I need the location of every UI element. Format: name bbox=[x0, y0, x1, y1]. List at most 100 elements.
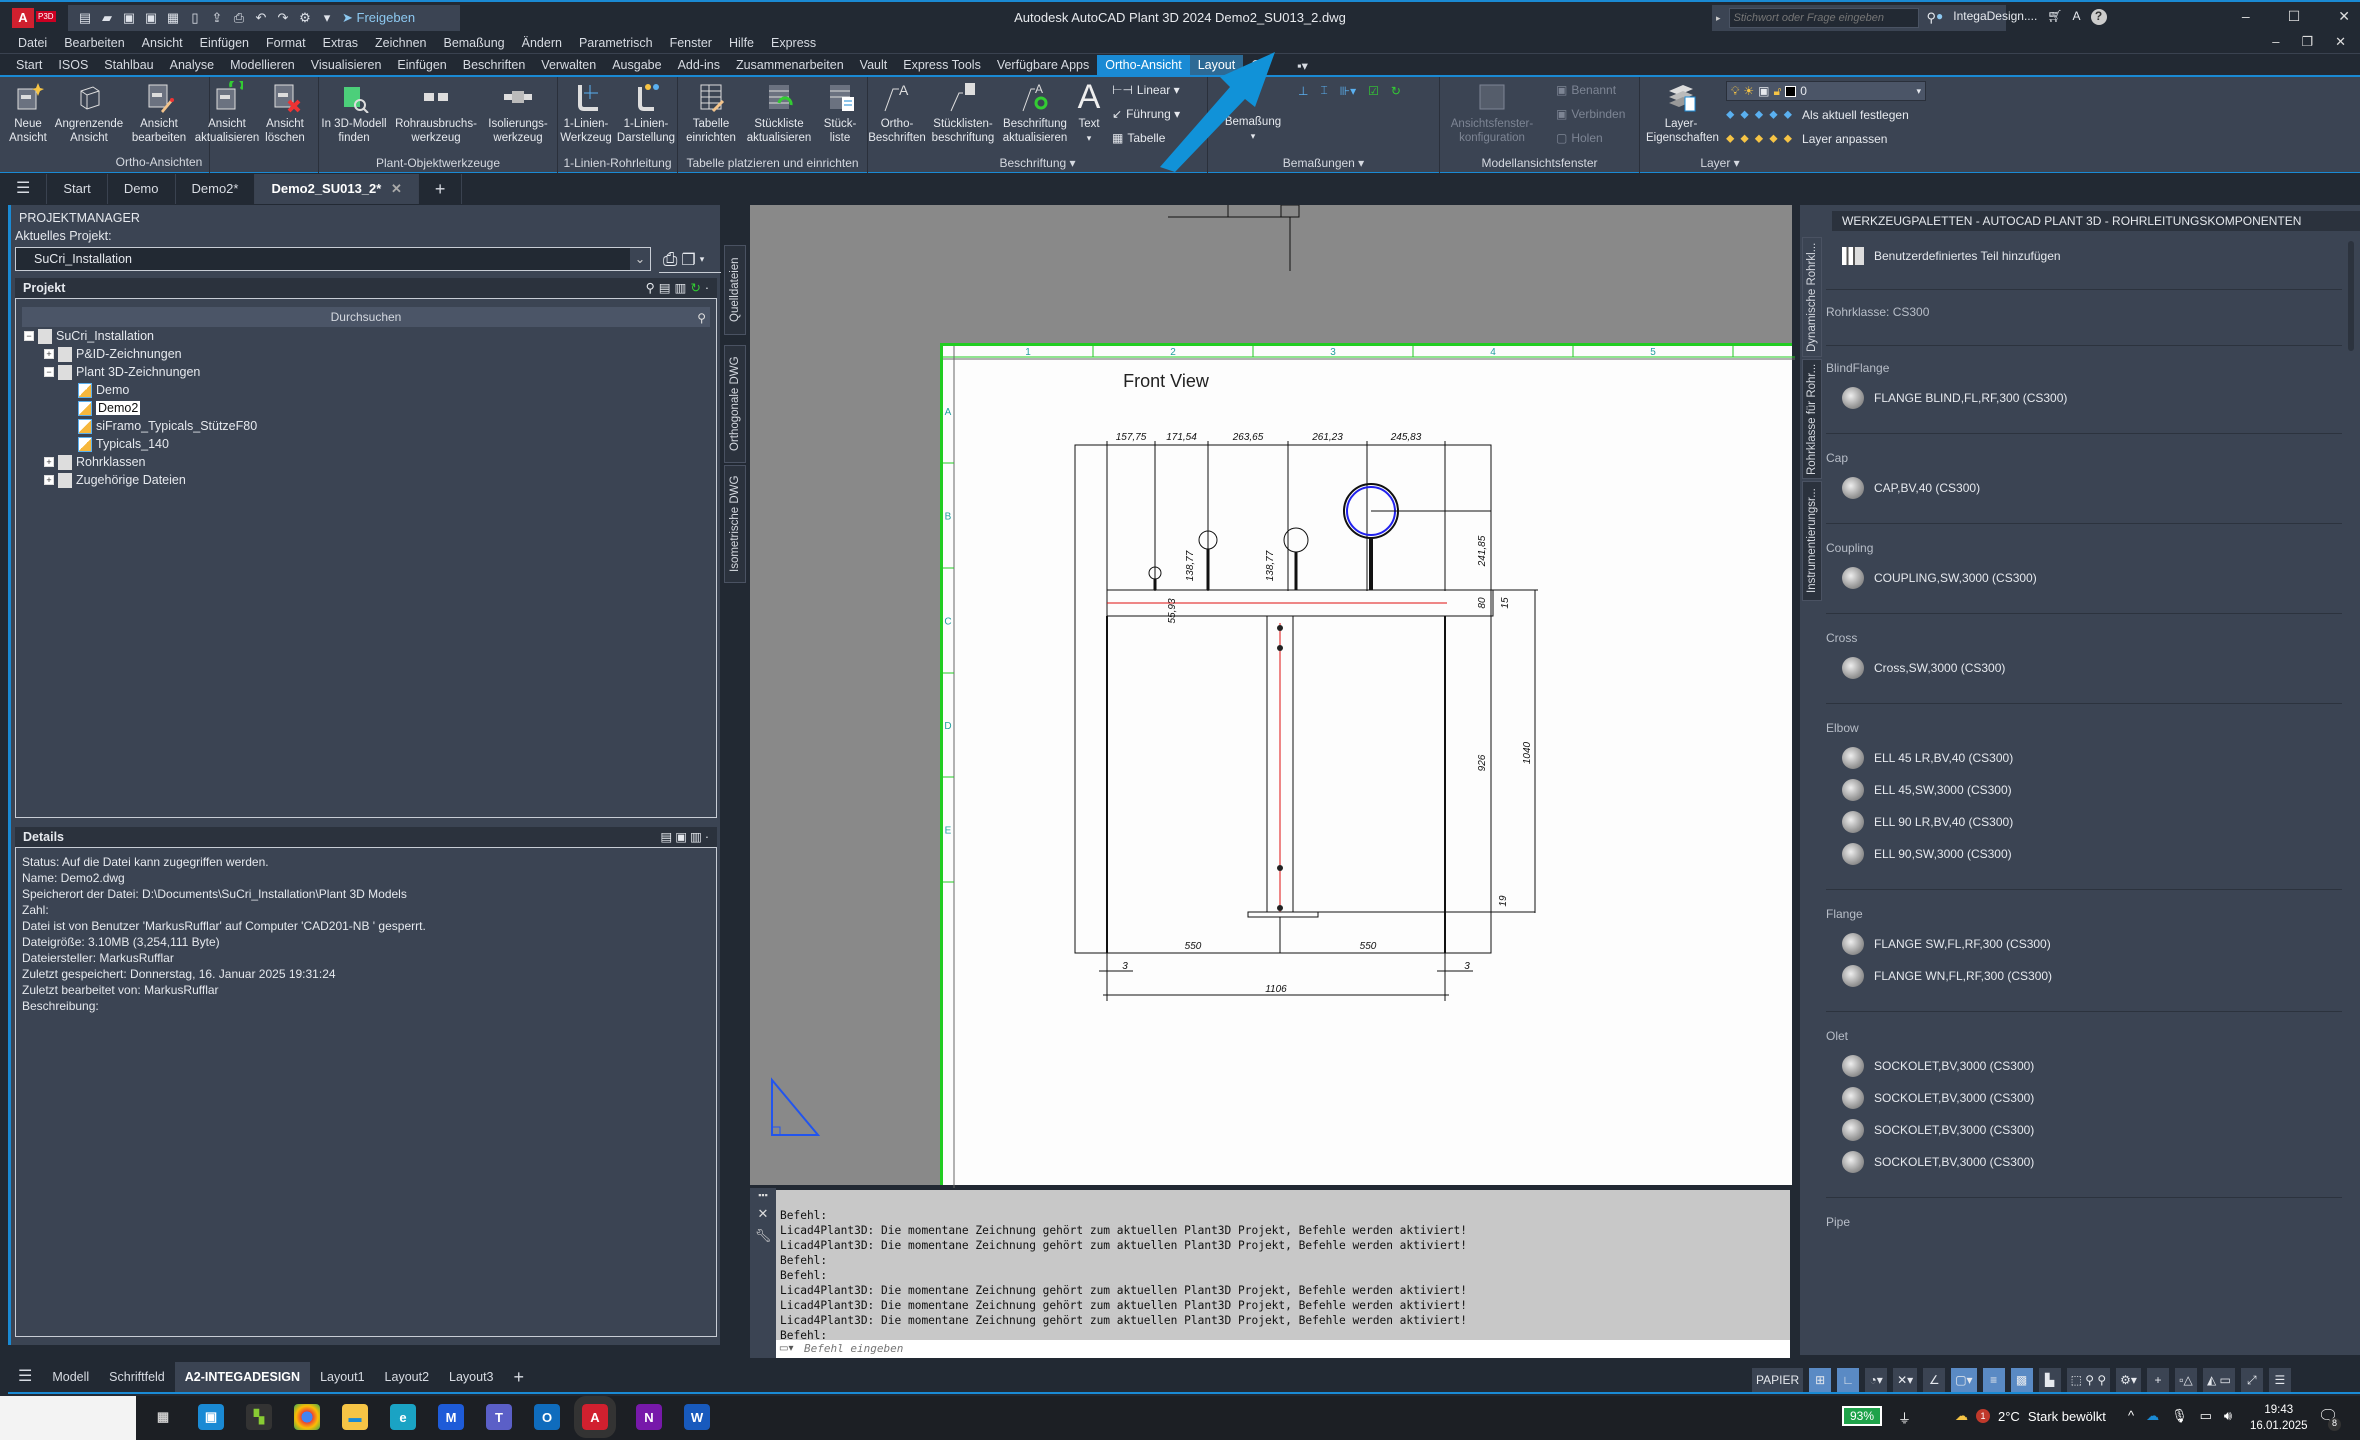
copy-icon[interactable]: ❐ bbox=[681, 250, 695, 270]
layout-tab-2[interactable]: A2-INTEGADESIGN bbox=[174, 1362, 311, 1392]
side-tab-isometrische-dwg[interactable]: Isometrische DWG bbox=[724, 465, 746, 583]
join-button[interactable]: ▣ Verbinden bbox=[1556, 107, 1625, 121]
menu-2[interactable]: Ansicht bbox=[134, 36, 192, 50]
tree-item[interactable]: − Plant 3D-Zeichnungen bbox=[44, 363, 200, 381]
ribbon-tab-3[interactable]: Analyse bbox=[162, 55, 222, 75]
palette-item[interactable]: ELL 90 LR,BV,40 (CS300) bbox=[1842, 811, 2013, 833]
add-custom-part-button[interactable]: Benutzerdefiniertes Teil hinzufügen bbox=[1842, 247, 2061, 265]
tree-item[interactable]: + Rohrklassen bbox=[44, 453, 145, 471]
lineweight-icon[interactable]: ≡ bbox=[1982, 1368, 2005, 1392]
ribbon-tab-11[interactable]: Zusammenarbeiten bbox=[728, 55, 852, 75]
layout-tab-0[interactable]: Modell bbox=[42, 1362, 99, 1392]
ribbon-tab-10[interactable]: Add-ins bbox=[670, 55, 728, 75]
selection-cycling-icon[interactable]: ▙ bbox=[2038, 1368, 2061, 1392]
edge-icon[interactable]: e bbox=[390, 1404, 416, 1430]
adjacent-view-button[interactable]: Angrenzende Ansicht bbox=[54, 81, 124, 145]
pipe-break-button[interactable]: Rohrausbruchs- werkzeug bbox=[393, 81, 479, 145]
layer-properties-button[interactable]: Layer- Eigenschaften bbox=[1646, 81, 1719, 145]
collapse-icon[interactable]: − bbox=[24, 331, 34, 341]
qat-dropdown-icon[interactable]: ▾ bbox=[320, 11, 334, 25]
restore-button[interactable]: ▢ Holen bbox=[1556, 131, 1603, 145]
project-search-bar[interactable]: Durchsuchen ⚲ bbox=[22, 307, 710, 327]
close-cmd-icon[interactable]: ✕ bbox=[750, 1206, 776, 1222]
customize-menu-icon[interactable]: ☰ bbox=[2268, 1368, 2291, 1392]
ribbon-tab-6[interactable]: Einfügen bbox=[389, 55, 454, 75]
ortho-icon[interactable]: ∟ bbox=[1837, 1368, 1860, 1392]
crosshair-icon[interactable]: + bbox=[2146, 1368, 2169, 1392]
ribbon-tab-4[interactable]: Modellieren bbox=[222, 55, 303, 75]
update-bom-button[interactable]: Stückliste aktualisieren bbox=[744, 81, 814, 145]
workspace-gear-icon[interactable]: ⚙▾ bbox=[2116, 1368, 2141, 1392]
fullscreen-icon[interactable]: ⤢ bbox=[2240, 1368, 2263, 1392]
palette-item[interactable]: COUPLING,SW,3000 (CS300) bbox=[1842, 567, 2037, 589]
new-layout-button[interactable]: + bbox=[504, 1362, 535, 1392]
close-button[interactable]: ✕ bbox=[2338, 8, 2350, 25]
menu-4[interactable]: Format bbox=[258, 36, 315, 50]
save-web-icon[interactable]: ▦ bbox=[166, 11, 180, 25]
1-line-tool-button[interactable]: 1-Linien- Werkzeug bbox=[558, 81, 614, 145]
customize-wrench-icon[interactable]: 🔧︎ bbox=[750, 1228, 776, 1244]
redo-icon[interactable]: ↷ bbox=[276, 11, 290, 25]
palette-scrollbar[interactable] bbox=[2348, 241, 2354, 351]
share-icon[interactable]: ⇪ bbox=[210, 11, 224, 25]
clock[interactable]: 19:43 16.01.2025 bbox=[2250, 1402, 2308, 1434]
current-project-select[interactable]: SuCri_Installation ⌄ bbox=[15, 247, 651, 271]
search-input[interactable] bbox=[1728, 8, 1919, 28]
ribbon-tab-13[interactable]: Express Tools bbox=[895, 55, 989, 75]
workspace-icon[interactable]: ⚙ bbox=[298, 11, 312, 25]
microphone-icon[interactable]: 🎙︎ bbox=[2171, 1408, 2188, 1424]
tree-item[interactable]: Demo bbox=[64, 381, 129, 399]
angle-icon[interactable]: ∠ bbox=[1923, 1368, 1946, 1392]
open-file-icon[interactable]: ▰ bbox=[100, 11, 114, 25]
search-icon[interactable]: ⚲ bbox=[1927, 10, 1937, 26]
save-icon[interactable]: ▣ bbox=[122, 11, 136, 25]
palette-item[interactable]: ELL 45,SW,3000 (CS300) bbox=[1842, 779, 2012, 801]
annotation-icons[interactable]: ⬚ ⚲ ⚲ bbox=[2066, 1368, 2111, 1392]
collapse-icon[interactable]: − bbox=[44, 367, 54, 377]
command-prompt-icon[interactable]: ▭▾ bbox=[776, 1340, 798, 1358]
plot-icon[interactable]: ⎙ bbox=[232, 11, 246, 25]
menu-7[interactable]: Bemaßung bbox=[435, 36, 513, 50]
help-icon[interactable]: ? bbox=[2090, 9, 2107, 25]
user-name[interactable]: IntegaDesign.... bbox=[1953, 9, 2037, 25]
ribbon-tab-12[interactable]: Vault bbox=[852, 55, 896, 75]
tree-item[interactable]: + Zugehörige Dateien bbox=[44, 471, 186, 489]
set-current-button[interactable]: ⬥⬥⬥⬥⬥ Als aktuell festlegen bbox=[1726, 107, 1909, 122]
doc-close-button[interactable]: ✕ bbox=[2335, 34, 2346, 50]
doc-tab-demo2[interactable]: Demo2* bbox=[176, 174, 256, 204]
menu-5[interactable]: Extras bbox=[315, 36, 367, 50]
onenote-icon[interactable]: N bbox=[636, 1404, 662, 1430]
tree-item[interactable]: Typicals_140 bbox=[64, 435, 169, 453]
share-button[interactable]: ➤ Freigeben bbox=[342, 10, 415, 26]
copy-drawing-icon[interactable]: ▥ bbox=[675, 278, 687, 298]
dim-update-icon[interactable]: ↻ bbox=[1391, 84, 1401, 98]
doc-tab-demo[interactable]: Demo bbox=[108, 174, 176, 204]
menu-10[interactable]: Fenster bbox=[662, 36, 721, 50]
bom-button[interactable]: Stück- liste bbox=[816, 81, 864, 145]
command-input[interactable] bbox=[776, 1340, 1790, 1358]
more-icon[interactable]: · bbox=[705, 278, 709, 298]
close-tab-icon[interactable]: ✕ bbox=[391, 181, 402, 196]
tree-item[interactable]: − SuCri_Installation bbox=[24, 327, 154, 345]
snap-grid-icon[interactable]: ⊞ bbox=[1809, 1368, 1832, 1392]
new-tab-button[interactable]: + bbox=[419, 174, 463, 204]
expand-icon[interactable]: + bbox=[44, 349, 54, 359]
dim-check-icon[interactable]: ☑ bbox=[1368, 84, 1379, 98]
palette-item[interactable]: ELL 90,SW,3000 (CS300) bbox=[1842, 843, 2012, 865]
viewport-config-button[interactable]: Ansichtsfenster- konfiguration bbox=[1442, 81, 1542, 145]
palette-item[interactable]: ELL 45 LR,BV,40 (CS300) bbox=[1842, 747, 2013, 769]
doc-tab-start[interactable]: Start bbox=[47, 174, 108, 204]
weather-widget[interactable]: ☁ 1 2°C Stark bewölkt bbox=[1955, 1408, 2106, 1424]
polar-icon[interactable]: ◔▾ bbox=[1865, 1368, 1888, 1392]
bom-annotate-button[interactable]: Stücklisten- beschriftung bbox=[928, 81, 998, 145]
menu-1[interactable]: Bearbeiten bbox=[56, 36, 133, 50]
palette-item[interactable]: SOCKOLET,BV,3000 (CS300) bbox=[1842, 1055, 2034, 1077]
named-button[interactable]: ▣ Benannt bbox=[1556, 83, 1616, 97]
update-view-button[interactable]: Ansicht aktualisieren bbox=[192, 81, 262, 145]
search-expand-icon[interactable]: ▸ bbox=[1716, 13, 1721, 24]
maximize-button[interactable]: ☐ bbox=[2288, 8, 2301, 25]
app-icon-m[interactable]: M bbox=[438, 1404, 464, 1430]
word-icon[interactable]: W bbox=[684, 1404, 710, 1430]
tree-item[interactable]: Demo2 bbox=[64, 399, 141, 417]
new-file-icon[interactable]: ▤ bbox=[78, 11, 92, 25]
